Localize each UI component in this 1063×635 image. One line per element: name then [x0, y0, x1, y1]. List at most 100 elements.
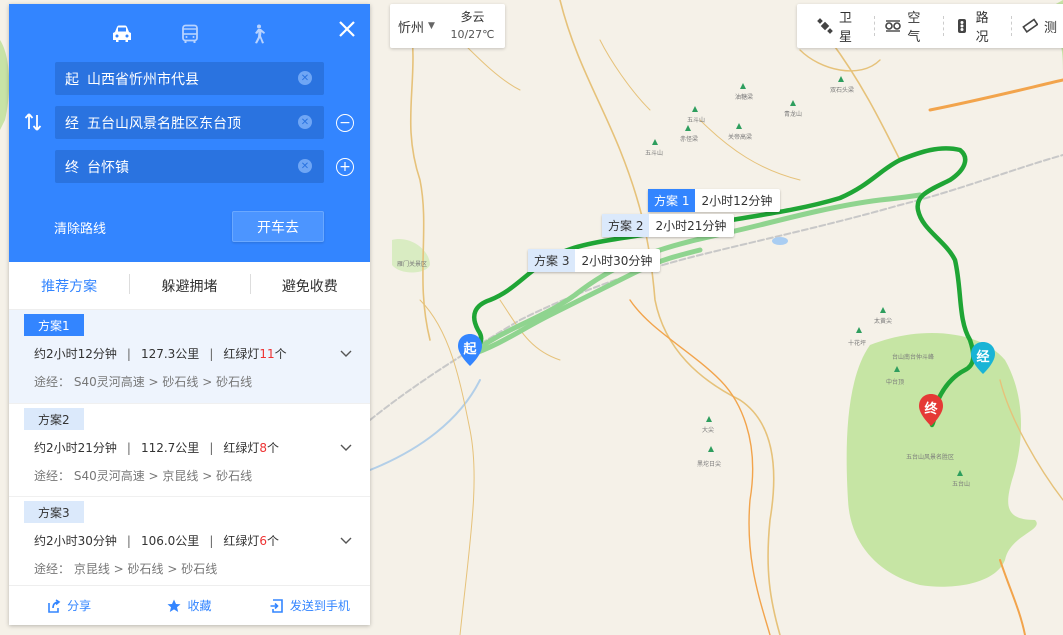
plan-via-roads: S40灵河高速 > 京昆线 > 砂石线 — [73, 469, 253, 483]
tool-traffic[interactable]: 路况 — [944, 11, 1012, 45]
plan-badge: 方案3 — [24, 501, 84, 523]
svg-text:五台山风景名胜区: 五台山风景名胜区 — [906, 453, 954, 461]
plan-distance: 112.7公里 — [140, 441, 200, 455]
tab-avoid-congestion[interactable]: 躲避拥堵 — [129, 273, 249, 296]
plan-lights-unit: 个 — [267, 441, 280, 455]
caret-down-icon: ▼ — [428, 21, 435, 31]
favorite-button[interactable]: 收藏 — [129, 597, 249, 614]
plan-item-3[interactable]: 方案3 约2小时30分钟 | 106.0公里 | 红绿灯 6 个 途经： 京昆线 >… — [9, 496, 370, 589]
divider: | — [209, 440, 214, 455]
plan-via-prefix: 途经： — [34, 469, 71, 483]
clear-icon[interactable]: ✕ — [298, 115, 312, 129]
plan-via-roads: S40灵河高速 > 砂石线 > 砂石线 — [73, 375, 253, 389]
city-selector[interactable]: 忻州 ▼ — [390, 17, 440, 36]
end-pin[interactable]: 终 — [918, 393, 944, 427]
chevron-down-icon[interactable] — [340, 350, 352, 358]
swap-button[interactable] — [23, 112, 43, 132]
plan-lights-unit: 个 — [274, 347, 287, 361]
plan-via-roads: 京昆线 > 砂石线 > 砂石线 — [73, 562, 218, 576]
panel-footer: 分享 收藏 发送到手机 — [9, 585, 370, 625]
svg-text:雁门关景区: 雁门关景区 — [397, 260, 427, 268]
share-button[interactable]: 分享 — [9, 597, 129, 614]
svg-text:关帝高梁: 关帝高梁 — [728, 133, 752, 141]
plan-item-1[interactable]: 方案1 约2小时12分钟 | 127.3公里 | 红绿灯 11 个 途经： S40灵… — [9, 310, 370, 403]
plan-via-prefix: 途经： — [34, 375, 71, 389]
svg-text:油糖梁: 油糖梁 — [735, 93, 753, 101]
city-name: 忻州 — [398, 20, 425, 36]
svg-text:黑坨日尖: 黑坨日尖 — [697, 460, 721, 468]
weather-condition: 多云 — [460, 10, 485, 24]
favorite-label: 收藏 — [187, 599, 212, 613]
route-callout-3[interactable]: 方案 3 2小时30分钟 — [528, 249, 661, 272]
via-field[interactable]: 经 五台山风景名胜区东台顶 ✕ — [55, 106, 324, 139]
svg-text:五台山: 五台山 — [952, 480, 970, 488]
plan-badge: 方案1 — [24, 314, 84, 336]
weather-widget[interactable]: 忻州 ▼ 多云 10/27℃ — [390, 4, 505, 48]
weather-info: 多云 10/27℃ — [440, 9, 505, 43]
route-callout-1[interactable]: 方案 1 2小时12分钟 — [648, 189, 781, 212]
start-tag: 起 — [65, 71, 79, 88]
route-search-header: 起 山西省忻州市代县 ✕ 经 五台山风景名胜区东台顶 ✕ − 终 台怀镇 ✕ +… — [9, 4, 370, 262]
via-pin-label: 经 — [976, 350, 990, 365]
ruler-icon — [1022, 18, 1038, 34]
add-via-button[interactable]: + — [336, 158, 354, 176]
tool-label: 空气 — [907, 11, 921, 45]
star-icon — [167, 599, 181, 613]
minus-icon: − — [339, 115, 351, 131]
weather-temperature: 10/27℃ — [450, 28, 495, 41]
tab-recommended[interactable]: 推荐方案 — [9, 276, 129, 296]
clear-icon[interactable]: ✕ — [298, 159, 312, 173]
start-pin[interactable]: 起 — [457, 333, 483, 367]
via-tag: 经 — [65, 115, 79, 132]
drive-button[interactable]: 开车去 — [232, 211, 324, 242]
lake — [772, 237, 788, 245]
svg-text:青龙山: 青龙山 — [784, 110, 802, 118]
callout-plan-name: 方案 3 — [528, 249, 576, 272]
chevron-down-icon[interactable] — [340, 444, 352, 452]
send-label: 发送到手机 — [289, 599, 350, 613]
plan-time: 约2小时30分钟 — [34, 534, 117, 548]
callout-plan-time: 2小时30分钟 — [581, 254, 653, 268]
plan-via-prefix: 途经： — [34, 562, 71, 576]
tab-avoid-tolls[interactable]: 避免收费 — [249, 273, 370, 296]
clear-icon[interactable]: ✕ — [298, 71, 312, 85]
clear-route-link[interactable]: 清除路线 — [54, 218, 106, 237]
close-button[interactable] — [338, 20, 356, 38]
walk-icon — [255, 24, 265, 44]
plan-lights-count: 8 — [259, 440, 268, 455]
swap-arrows-icon — [24, 113, 42, 131]
chevron-down-icon[interactable] — [340, 537, 352, 545]
plan-stats: 约2小时12分钟 | 127.3公里 | 红绿灯 11 个 — [34, 345, 287, 362]
svg-text:双石头梁: 双石头梁 — [830, 86, 854, 94]
end-pin-label: 终 — [924, 402, 938, 417]
tool-air[interactable]: 空气 — [875, 11, 944, 45]
route-panel: 起 山西省忻州市代县 ✕ 经 五台山风景名胜区东台顶 ✕ − 终 台怀镇 ✕ +… — [9, 4, 370, 625]
end-value: 台怀镇 — [87, 159, 129, 176]
plan-distance: 127.3公里 — [140, 347, 200, 361]
mode-walk[interactable] — [245, 22, 271, 46]
callout-plan-time: 2小时21分钟 — [655, 219, 727, 233]
plan-stats: 约2小时21分钟 | 112.7公里 | 红绿灯 8 个 — [34, 439, 279, 456]
tool-label: 测 — [1043, 20, 1057, 36]
svg-text:中台顶: 中台顶 — [886, 378, 904, 386]
route-callout-2[interactable]: 方案 2 2小时21分钟 — [602, 214, 735, 237]
plan-time: 约2小时21分钟 — [34, 441, 117, 455]
tool-label: 路况 — [975, 11, 989, 45]
svg-text:五斗山: 五斗山 — [645, 149, 663, 157]
via-pin[interactable]: 经 — [970, 341, 996, 375]
tool-measure[interactable]: 测 — [1012, 16, 1063, 36]
plus-icon: + — [339, 159, 351, 175]
remove-via-button[interactable]: − — [336, 114, 354, 132]
plan-item-2[interactable]: 方案2 约2小时21分钟 | 112.7公里 | 红绿灯 8 个 途经： S40灵河… — [9, 403, 370, 496]
send-to-phone-button[interactable]: 发送到手机 — [250, 597, 370, 614]
satellite-icon — [817, 18, 833, 34]
start-field[interactable]: 起 山西省忻州市代县 ✕ — [55, 62, 324, 95]
tool-satellite[interactable]: 卫星 — [807, 11, 876, 45]
callout-plan-name: 方案 2 — [602, 214, 650, 237]
share-icon — [47, 598, 61, 613]
mode-bus[interactable] — [177, 22, 203, 46]
callout-plan-name: 方案 1 — [648, 189, 696, 212]
mode-car[interactable] — [109, 22, 135, 46]
divider: | — [126, 533, 131, 548]
end-field[interactable]: 终 台怀镇 ✕ — [55, 150, 324, 183]
